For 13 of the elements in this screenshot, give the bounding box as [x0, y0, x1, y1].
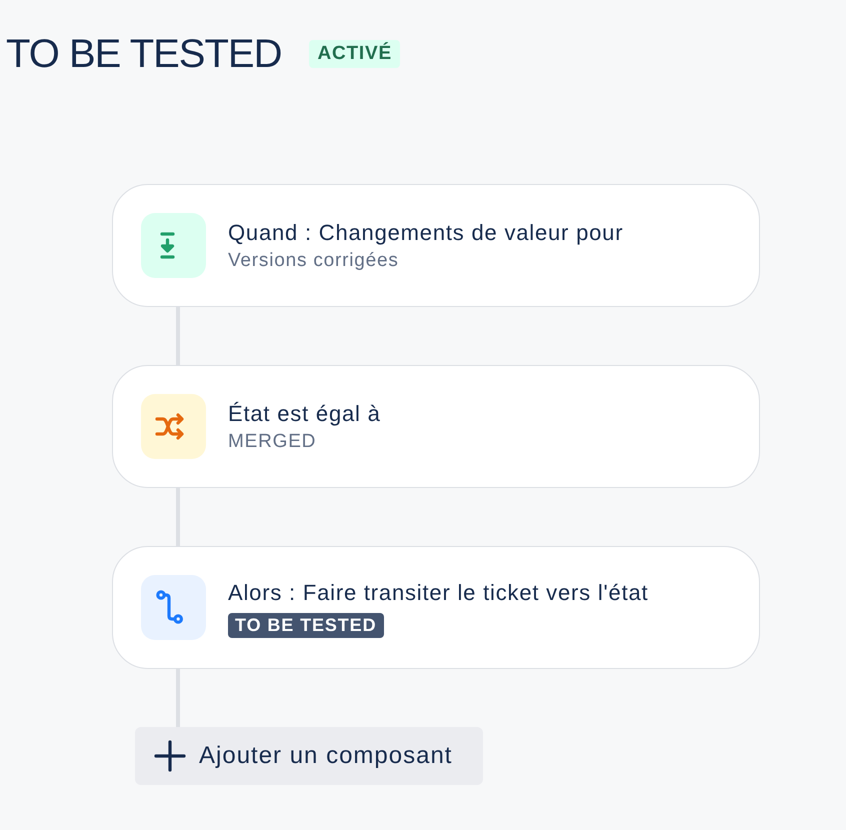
- component-title: État est égal à: [228, 400, 381, 428]
- rule-title: TO BE TESTED: [6, 31, 282, 78]
- status-lozenge: ACTIVÉ: [309, 40, 400, 68]
- component-card[interactable]: Quand : Changements de valeur pour Versions corrigées: [112, 184, 760, 307]
- component-value: Versions corrigées: [228, 248, 399, 272]
- component-card[interactable]: État est égal à MERGED: [112, 365, 760, 488]
- add-component-button[interactable]: Ajouter un composant: [135, 727, 483, 785]
- component-value: MERGED: [228, 430, 316, 454]
- plus-icon: [154, 740, 186, 772]
- status-lozenge: TO BE TESTED: [228, 612, 384, 638]
- component-card[interactable]: Alors : Faire transiter le ticket vers l'état TO BE TESTED: [112, 546, 760, 669]
- component-title: Quand : Changements de valeur pour: [228, 218, 624, 247]
- component-title: Alors : Faire transiter le ticket vers l'état: [228, 578, 648, 606]
